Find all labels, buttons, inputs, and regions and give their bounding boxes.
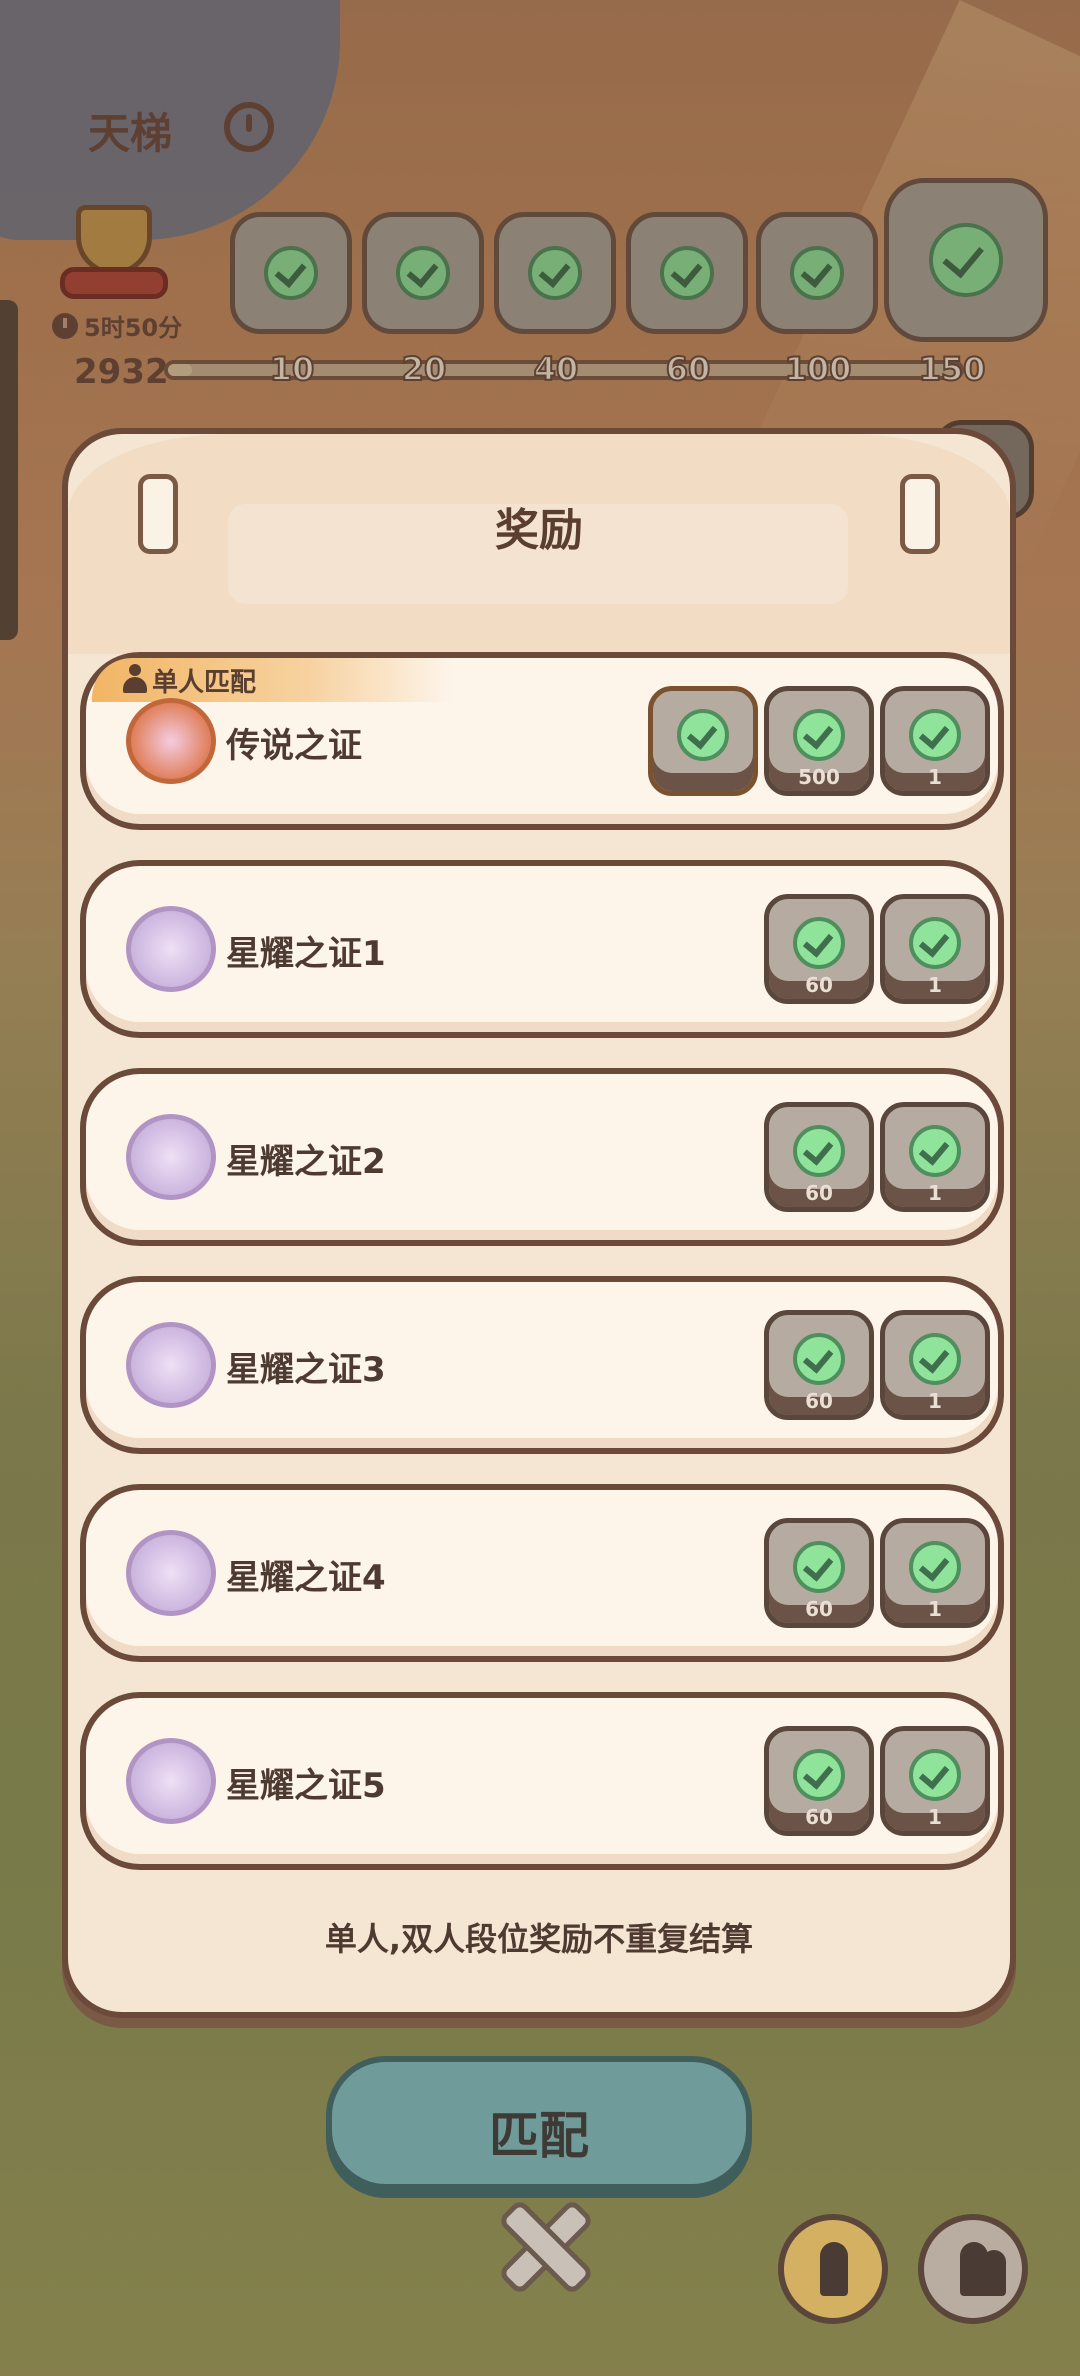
- single-match-label: 单人匹配: [152, 668, 257, 698]
- reward-count: 1: [928, 765, 942, 789]
- reward-count: 1: [928, 973, 942, 997]
- row-name: 星耀之证5: [226, 1766, 386, 1806]
- check-icon: [909, 1333, 961, 1385]
- solo-mode-icon: [820, 2242, 848, 2296]
- reward-item-currency[interactable]: 60: [764, 1102, 874, 1212]
- close-icon[interactable]: [498, 2200, 582, 2284]
- modal-title: 奖励: [495, 505, 583, 556]
- star-badge-icon: [126, 1322, 216, 1408]
- reward-item-pack[interactable]: 1: [880, 1726, 990, 1836]
- star-badge-icon: [126, 1738, 216, 1824]
- reward-item-pack[interactable]: 1: [880, 894, 990, 1004]
- check-icon: [909, 709, 961, 761]
- reward-count: 1: [928, 1181, 942, 1205]
- reward-row-star-4: 星耀之证4 60 1: [80, 1484, 1004, 1662]
- match-button-label: 匹配: [489, 2107, 589, 2165]
- solo-mode-button[interactable]: [778, 2214, 888, 2324]
- reward-row-legend: 单人匹配 传说之证 500 1: [80, 652, 1004, 830]
- match-button[interactable]: 匹配: [326, 2056, 752, 2190]
- reward-modal: 奖励 单人匹配 传说之证 500 1 星耀之证1 60 1 星耀之证2 60 1…: [62, 428, 1016, 2018]
- check-icon: [909, 1541, 961, 1593]
- reward-row-star-5: 星耀之证5 60 1: [80, 1692, 1004, 1870]
- reward-row-star-1: 星耀之证1 60 1: [80, 860, 1004, 1038]
- reward-item-pack[interactable]: 1: [880, 1102, 990, 1212]
- check-icon: [909, 917, 961, 969]
- reward-row-star-2: 星耀之证2 60 1: [80, 1068, 1004, 1246]
- reward-count: 60: [805, 1805, 833, 1829]
- check-icon: [909, 1749, 961, 1801]
- check-icon: [793, 917, 845, 969]
- reward-count: 1: [928, 1805, 942, 1829]
- duo-mode-button[interactable]: [918, 2214, 1028, 2324]
- row-name: 星耀之证4: [226, 1558, 386, 1598]
- check-icon: [793, 1541, 845, 1593]
- reward-count: 500: [798, 765, 840, 789]
- row-name: 星耀之证3: [226, 1350, 386, 1390]
- check-icon: [793, 709, 845, 761]
- row-name: 星耀之证2: [226, 1142, 386, 1182]
- reward-item-currency[interactable]: 60: [764, 894, 874, 1004]
- check-icon: [793, 1333, 845, 1385]
- check-icon: [909, 1125, 961, 1177]
- row-name: 传说之证: [226, 726, 362, 766]
- reward-item-frame[interactable]: [648, 686, 758, 796]
- reward-count: 1: [928, 1597, 942, 1621]
- reward-item-pack[interactable]: 1: [880, 1310, 990, 1420]
- settlement-note: 单人,双人段位奖励不重复结算: [324, 1920, 754, 1958]
- reward-count: 60: [805, 1597, 833, 1621]
- legend-badge-icon: [126, 698, 216, 784]
- reward-item-currency[interactable]: 60: [764, 1310, 874, 1420]
- check-icon: [793, 1749, 845, 1801]
- star-badge-icon: [126, 906, 216, 992]
- reward-count: 60: [805, 1181, 833, 1205]
- star-badge-icon: [126, 1530, 216, 1616]
- star-badge-icon: [126, 1114, 216, 1200]
- reward-item-egg[interactable]: 1: [880, 686, 990, 796]
- reward-item-currency[interactable]: 500: [764, 686, 874, 796]
- reward-count: 60: [805, 973, 833, 997]
- reward-item-currency[interactable]: 60: [764, 1726, 874, 1836]
- reward-row-star-3: 星耀之证3 60 1: [80, 1276, 1004, 1454]
- row-name: 星耀之证1: [226, 934, 386, 974]
- reward-count: 1: [928, 1389, 942, 1413]
- check-icon: [677, 709, 729, 761]
- reward-item-currency[interactable]: 60: [764, 1518, 874, 1628]
- person-icon: [122, 664, 148, 694]
- reward-count: 60: [805, 1389, 833, 1413]
- reward-item-pack[interactable]: 1: [880, 1518, 990, 1628]
- check-icon: [793, 1125, 845, 1177]
